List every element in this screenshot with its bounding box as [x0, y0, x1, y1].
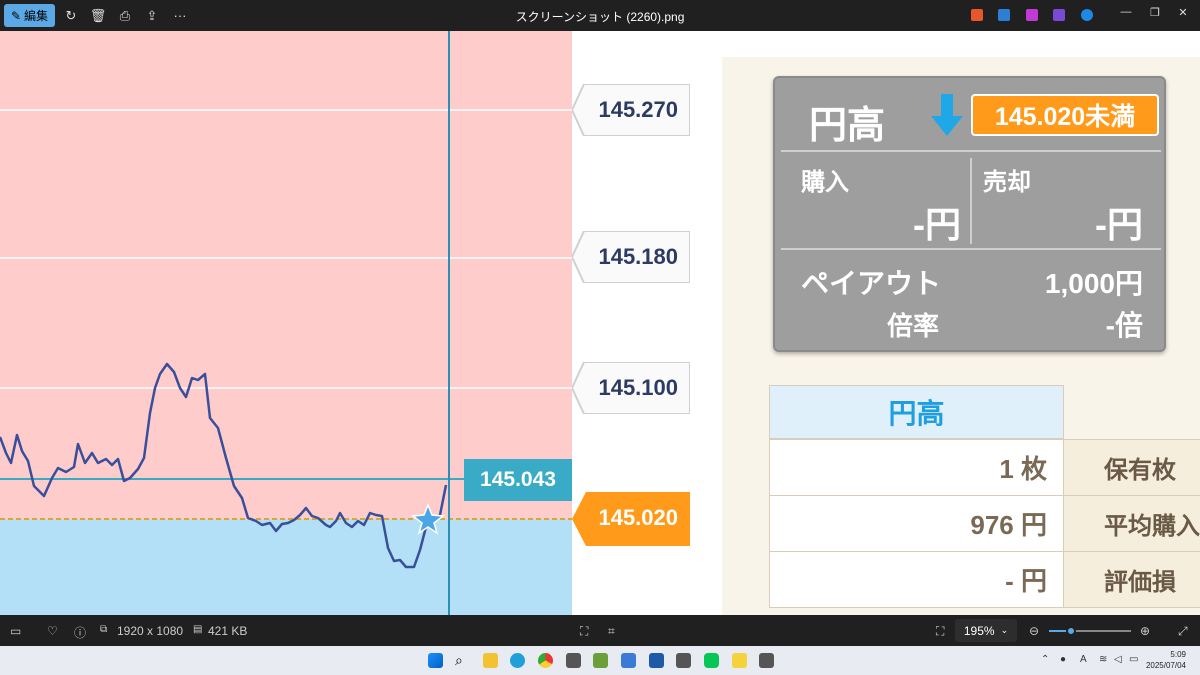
wifi-icon[interactable]: ≋: [1099, 654, 1107, 665]
divider: [781, 248, 1161, 250]
battery-icon[interactable]: ▭: [1129, 654, 1138, 665]
price-label-145180: 145.180: [572, 231, 690, 283]
table-row-label: 保有枚: [1063, 439, 1200, 496]
photos-icon[interactable]: [649, 653, 664, 668]
sticky-notes-icon[interactable]: [732, 653, 747, 668]
edge-icon[interactable]: [510, 653, 525, 668]
zoom-out-icon[interactable]: ⊖: [1029, 624, 1039, 638]
chevron-down-icon: ⌄: [1000, 625, 1009, 635]
chevron-up-icon[interactable]: ⌃: [1041, 654, 1049, 665]
zoom-slider-handle[interactable]: [1066, 626, 1076, 636]
app-icon-1[interactable]: [971, 9, 983, 21]
favorite-icon[interactable]: ♡: [47, 624, 58, 638]
sell-value: -円: [1095, 204, 1143, 245]
sell-label: 売却: [983, 169, 1031, 196]
line-icon[interactable]: [704, 653, 719, 668]
price-chart: [0, 31, 572, 615]
dimensions-icon: ⧉: [100, 624, 108, 635]
upper-zone: [0, 31, 572, 519]
taskbar: ⌕ ⌃ ● A ≋ ◁ ▭ 5:09 2025/07/04: [0, 646, 1200, 675]
title-bar: ✎ 編集 ↻ 🗑 ⎙ ⇪ ··· スクリーンショット (2260).png — …: [0, 0, 1200, 31]
clock-date: 2025/07/04: [1145, 661, 1186, 670]
app-icon[interactable]: [566, 653, 581, 668]
window-title: スクリーンショット (2260).png: [515, 10, 685, 24]
lower-zone: [0, 519, 572, 615]
ratio-label: 倍率: [887, 311, 940, 341]
image-viewport: 145.270 145.180 145.100 145.020 145.043 …: [0, 31, 1200, 615]
app-icon[interactable]: [593, 653, 608, 668]
price-label-text: 145.100: [598, 375, 678, 400]
zoom-value: 195%: [963, 623, 995, 638]
current-price-label: 145.043: [464, 459, 572, 501]
ime-icon[interactable]: A: [1080, 654, 1087, 665]
image-dimensions: 1920 x 1080: [117, 624, 184, 638]
app-icon-3[interactable]: [1026, 9, 1038, 21]
table-row-label: 平均購入: [1063, 495, 1200, 552]
volume-icon[interactable]: ◁: [1114, 654, 1122, 665]
chrome-icon[interactable]: [538, 653, 553, 668]
filmstrip-icon[interactable]: ▭: [10, 624, 21, 638]
card-title: 円高: [809, 105, 886, 147]
table-row-label: 評価損: [1063, 551, 1200, 608]
price-label-145270: 145.270: [572, 84, 690, 136]
ratio-value: -倍: [1105, 310, 1143, 341]
divider: [970, 158, 972, 244]
strike-badge: 145.020未満: [971, 94, 1159, 136]
buy-label: 購入: [801, 169, 849, 196]
file-explorer-icon[interactable]: [483, 653, 498, 668]
start-icon[interactable]: [428, 653, 443, 668]
price-label-145100: 145.100: [572, 362, 690, 414]
crop-icon[interactable]: ⛶: [580, 624, 588, 639]
info-icon[interactable]: ⓘ: [74, 624, 86, 641]
onedrive-icon[interactable]: [1081, 9, 1093, 21]
divider: [781, 150, 1161, 152]
price-label-text: 145.180: [598, 244, 678, 269]
table-row-value: - 円: [769, 551, 1064, 608]
order-card: 円高 145.020未満 購入 -円 売却 -円 ペイアウト 1,000円 倍率…: [773, 76, 1166, 352]
close-icon[interactable]: ✕: [1173, 6, 1193, 19]
file-size: 421 KB: [208, 624, 248, 638]
tray-icon[interactable]: ●: [1060, 654, 1066, 665]
zoom-in-icon[interactable]: ⊕: [1140, 624, 1150, 638]
status-bar: ▭ ♡ ⓘ ⧉ 1920 x 1080 ▤ 421 KB ⛶ ⌗ ⛶ 195% …: [0, 615, 1200, 646]
fit-icon[interactable]: ⛶: [936, 624, 944, 639]
target-price-text: 145.020: [598, 505, 678, 530]
buy-value: -円: [913, 204, 961, 245]
search-icon[interactable]: ⌕: [455, 653, 470, 668]
app-icon-2[interactable]: [998, 9, 1010, 21]
table-header: 円高: [769, 385, 1064, 439]
table-row-value: 1 枚: [769, 439, 1064, 496]
table-row-value: 976 円: [769, 495, 1064, 552]
notepad-icon[interactable]: [621, 653, 636, 668]
clock[interactable]: 5:09 2025/07/04: [1146, 649, 1186, 671]
fullscreen-icon[interactable]: ⤢: [1178, 624, 1188, 639]
filesize-icon: ▤: [193, 624, 203, 635]
target-price-label: 145.020: [572, 492, 690, 546]
app-icon[interactable]: [676, 653, 691, 668]
payout-label: ペイアウト: [801, 268, 942, 299]
clock-time: 5:09: [1170, 650, 1186, 659]
payout-value: 1,000円: [1044, 268, 1143, 299]
price-label-text: 145.270: [598, 97, 678, 122]
maximize-icon[interactable]: ❐: [1145, 6, 1165, 19]
app-icon-4[interactable]: [1053, 9, 1065, 21]
app-icon[interactable]: [759, 653, 774, 668]
down-arrow-icon: [931, 94, 963, 141]
minimize-icon[interactable]: —: [1116, 6, 1136, 18]
scan-icon[interactable]: ⌗: [608, 624, 615, 639]
zoom-dropdown[interactable]: 195% ⌄: [955, 619, 1017, 642]
